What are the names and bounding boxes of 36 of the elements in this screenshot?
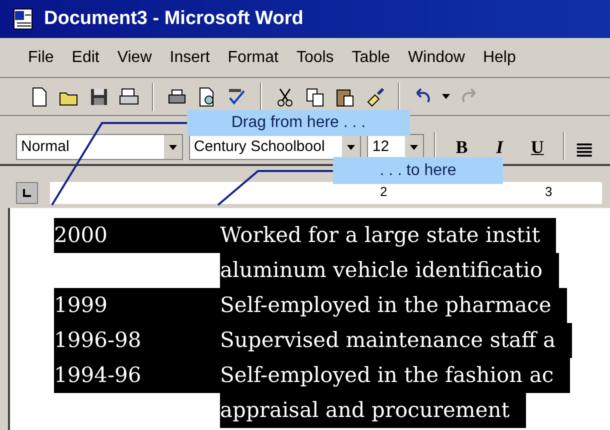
year-text: 1996-98 (54, 326, 142, 354)
job-description-text: Self-employed in the fashion ac (220, 358, 570, 393)
job-description-text: aluminum vehicle identificatio (220, 253, 558, 288)
menu-item[interactable]: Window (408, 46, 465, 70)
year-text: 1999 (54, 292, 108, 319)
menu-item[interactable]: Table (352, 46, 390, 70)
menu-item[interactable]: Help (482, 46, 516, 70)
format-button[interactable]: B (446, 134, 478, 160)
job-description-text: Worked for a large state instit (220, 218, 556, 253)
dropdown-arrow-icon (410, 144, 418, 150)
menu-item[interactable]: Insert (170, 46, 210, 70)
dropdown-arrow-icon[interactable] (442, 94, 450, 100)
format-button[interactable]: I (484, 134, 516, 160)
job-description-text: appraisal and procurement (220, 393, 526, 428)
job-description-text: Self-employed in the pharmace (220, 288, 568, 323)
style-dropdown[interactable]: Normal (16, 134, 183, 160)
copy-icon[interactable] (304, 86, 326, 108)
tab-selector-icon[interactable] (16, 182, 38, 204)
year-text: 1994-96 (54, 362, 142, 389)
menu-item[interactable]: Format (228, 46, 278, 70)
callout-tooltip: Drag from here . . . (187, 110, 410, 136)
menu-item[interactable]: File (28, 46, 54, 70)
dropdown-arrow-icon (168, 144, 177, 150)
window-title: Document3 - Microsoft Word (44, 6, 304, 31)
menu-item[interactable]: Edit (72, 46, 100, 70)
font-dropdown[interactable]: Century Schoolbool (188, 134, 362, 160)
printer-icon[interactable] (118, 86, 140, 108)
ruler-number: 2 (380, 183, 388, 201)
year-text: 2000 (54, 222, 108, 249)
menu-item[interactable]: View (117, 46, 152, 70)
dropdown-arrow-icon (347, 144, 356, 150)
callout-tooltip: . . . to here (333, 157, 503, 184)
format-button[interactable]: U (521, 134, 554, 160)
menu-item[interactable]: Tools (296, 46, 334, 70)
job-description-text: Supervised maintenance staff a (220, 323, 572, 358)
ruler-number: 3 (545, 183, 552, 201)
